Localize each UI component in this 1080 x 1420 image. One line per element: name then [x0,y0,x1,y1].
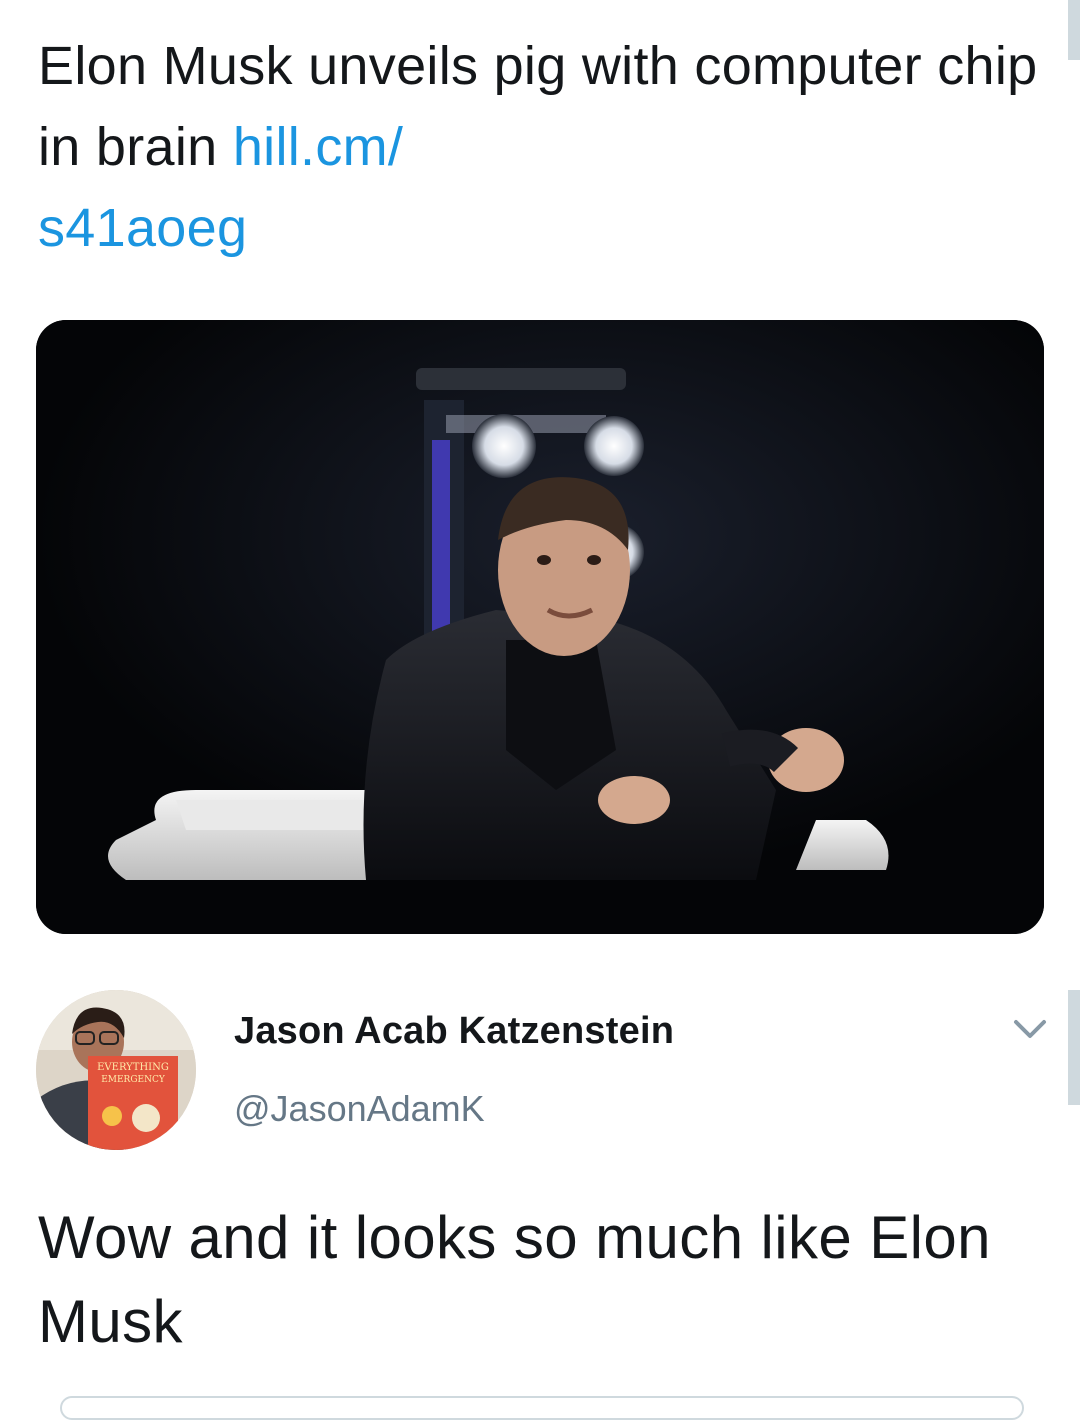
avatar[interactable]: EVERYTHING EMERGENCY [36,990,196,1150]
author-name[interactable]: Jason Acab Katzenstein [234,1010,674,1053]
tweet-media-image[interactable] [36,320,1044,934]
reply-tweet-text: Wow and it looks so much like Elon Musk [38,1204,991,1355]
quoted-tweet-text: Elon Musk unveils pig with computer chip… [38,26,1038,269]
quoted-tweet-body: Elon Musk unveils pig with computer chip… [38,36,1038,177]
svg-text:EMERGENCY: EMERGENCY [101,1075,166,1085]
scroll-indicator [1068,0,1080,60]
author-handle[interactable]: @JasonAdamK [234,1088,485,1130]
next-card-edge [60,1396,1024,1420]
chevron-down-icon[interactable] [1008,1012,1052,1048]
scroll-indicator [1068,990,1080,1105]
svg-text:EVERYTHING: EVERYTHING [97,1062,169,1073]
